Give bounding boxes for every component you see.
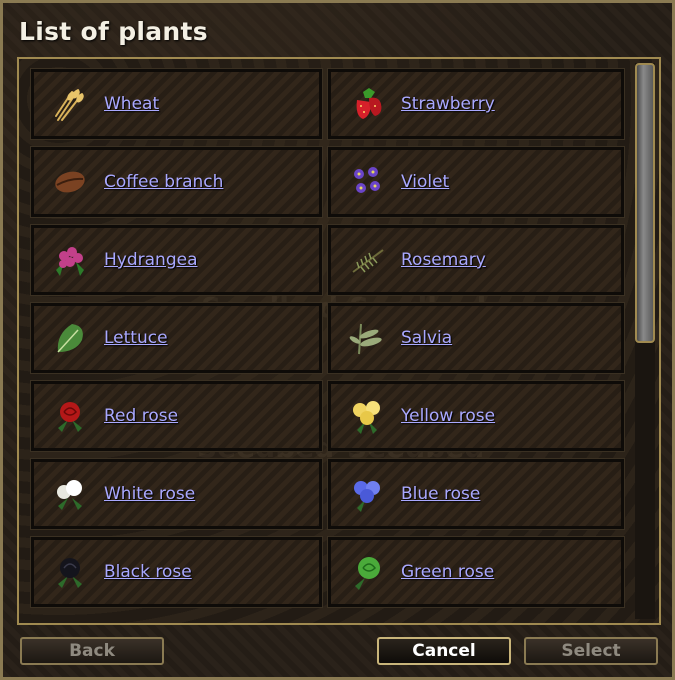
select-button[interactable]: Select [524, 637, 658, 665]
blue-rose-icon [347, 474, 387, 514]
violet-icon [347, 162, 387, 202]
plant-label: Salvia [401, 328, 453, 348]
plant-label: White rose [104, 484, 196, 504]
plant-item-wheat[interactable]: Wheat [30, 68, 323, 140]
plant-label: Black rose [104, 562, 192, 582]
plant-item-violet[interactable]: Violet [327, 146, 625, 218]
black-rose-icon [50, 552, 90, 592]
plant-item-black-rose[interactable]: Black rose [30, 536, 323, 608]
plant-label: Strawberry [401, 94, 495, 114]
plant-item-red-rose[interactable]: Red rose [30, 380, 323, 452]
plant-item-salvia[interactable]: Salvia [327, 302, 625, 374]
plant-grid: Wheat Strawberry Coffee branch Violet Hy… [30, 68, 625, 608]
plant-item-green-rose[interactable]: Green rose [327, 536, 625, 608]
red-rose-icon [50, 396, 90, 436]
plant-label: Rosemary [401, 250, 486, 270]
strawberry-icon [347, 84, 387, 124]
plant-label: Lettuce [104, 328, 168, 348]
plant-label: Violet [401, 172, 450, 192]
yellow-rose-icon [347, 396, 387, 436]
cancel-button[interactable]: Cancel [377, 637, 511, 665]
white-rose-icon [50, 474, 90, 514]
plant-list-window: List of plants Seedbed Seedbed Seedbed S… [0, 0, 675, 680]
window-title: List of plants [19, 17, 208, 46]
plant-label: Wheat [104, 94, 160, 114]
scrollbar-thumb[interactable] [635, 63, 655, 343]
plant-item-strawberry[interactable]: Strawberry [327, 68, 625, 140]
green-rose-icon [347, 552, 387, 592]
plant-item-white-rose[interactable]: White rose [30, 458, 323, 530]
plant-list-panel: Seedbed Seedbed Seedbed Seedbed [17, 57, 661, 625]
plant-label: Yellow rose [401, 406, 496, 426]
plant-label: Blue rose [401, 484, 481, 504]
wheat-icon [50, 84, 90, 124]
plant-item-blue-rose[interactable]: Blue rose [327, 458, 625, 530]
plant-label: Green rose [401, 562, 495, 582]
plant-item-coffee-branch[interactable]: Coffee branch [30, 146, 323, 218]
scrollbar-track[interactable] [635, 63, 655, 619]
plant-item-lettuce[interactable]: Lettuce [30, 302, 323, 374]
plant-label: Hydrangea [104, 250, 198, 270]
hydrangea-icon [50, 240, 90, 280]
back-button[interactable]: Back [20, 637, 164, 665]
coffee-bean-icon [50, 162, 90, 202]
rosemary-icon [347, 240, 387, 280]
plant-item-rosemary[interactable]: Rosemary [327, 224, 625, 296]
plant-item-hydrangea[interactable]: Hydrangea [30, 224, 323, 296]
lettuce-icon [50, 318, 90, 358]
salvia-icon [347, 318, 387, 358]
plant-label: Red rose [104, 406, 179, 426]
plant-item-yellow-rose[interactable]: Yellow rose [327, 380, 625, 452]
plant-label: Coffee branch [104, 172, 224, 192]
